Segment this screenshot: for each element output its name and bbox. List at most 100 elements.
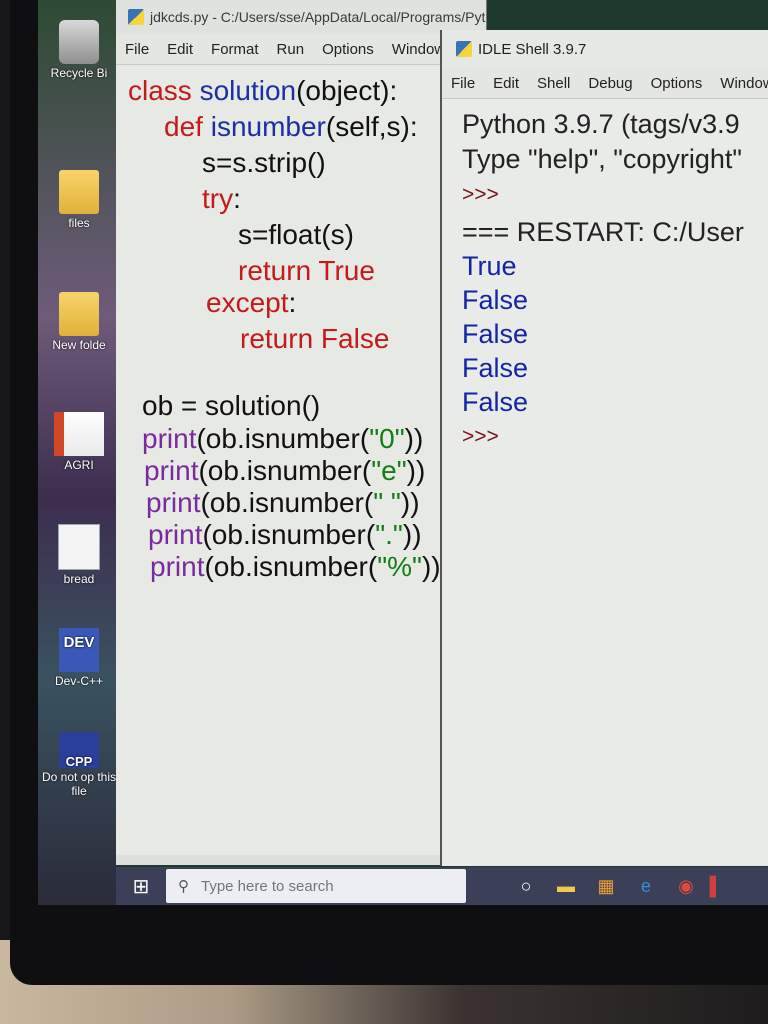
desktop-icon-label: files — [68, 216, 90, 230]
builtin: print — [148, 519, 203, 550]
desktop-icon-files[interactable]: files — [40, 170, 118, 230]
keyword: class — [128, 75, 192, 106]
desktop-icon-new-folder[interactable]: New folde — [40, 292, 118, 352]
code-line: print(ob.isnumber("%")) — [150, 551, 441, 583]
code-text: : — [288, 287, 297, 318]
code-text: (ob.isnumber( — [200, 487, 374, 518]
shell-menu-edit[interactable]: Edit — [484, 75, 528, 92]
start-button[interactable]: ⊞ — [116, 867, 166, 905]
monitor-bezel: Recycle Bi files New folde AGRI bread DE… — [10, 0, 768, 985]
editor-window: jdkcds.py - C:/Users/sse/AppData/Local/P… — [116, 0, 487, 865]
shell-line: Python 3.9.7 (tags/v3.9 — [462, 109, 740, 139]
shell-prompt: >>> — [462, 183, 499, 206]
menu-edit[interactable]: Edit — [158, 41, 202, 58]
code-line: ob = solution() — [142, 390, 321, 421]
desktop-icon-recycle-bin[interactable]: Recycle Bi — [40, 20, 118, 80]
editor-title: jdkcds.py - C:/Users/sse/AppData/Local/P… — [150, 9, 486, 25]
code-line: print(ob.isnumber("e")) — [144, 455, 425, 487]
shell-line: False — [462, 319, 529, 349]
desktop-icon-label: bread — [63, 572, 95, 586]
desktop-icon-label: Recycle Bi — [50, 66, 108, 80]
code-text: (ob.isnumber( — [198, 455, 372, 486]
code-text: (ob.isnumber( — [204, 551, 378, 582]
code-line: s=s.strip() — [202, 147, 326, 178]
shell-title: IDLE Shell 3.9.7 — [478, 40, 587, 58]
code-text: (ob.isnumber( — [202, 519, 376, 550]
shell-menu-options[interactable]: Options — [642, 75, 712, 92]
shell-line: Type "help", "copyright" — [462, 144, 742, 174]
code-text: )) — [404, 423, 424, 454]
code-text: (object): — [296, 75, 398, 106]
desktop-icon-cpp-file[interactable]: CPP Do not op this file — [40, 732, 118, 798]
editor-menubar: File Edit Format Run Options Window H — [116, 34, 486, 65]
code-line: print(ob.isnumber(" ")) — [146, 487, 420, 519]
store-icon[interactable]: ▦ — [586, 867, 626, 905]
desktop-icon-label: Dev-C++ — [54, 674, 104, 688]
code-area[interactable]: class solution(object): def isnumber(sel… — [116, 65, 486, 855]
shell-output[interactable]: Python 3.9.7 (tags/v3.9 Type "help", "co… — [442, 99, 768, 859]
code-line: def isnumber(self,s): — [164, 111, 418, 143]
search-icon: ⚲ — [178, 878, 189, 895]
task-view-icon[interactable]: ○ — [506, 867, 546, 905]
python-logo-icon — [456, 41, 472, 57]
chrome-icon[interactable]: ◉ — [666, 867, 706, 905]
code-line: return False — [240, 323, 390, 354]
windows-logo-icon: ⊞ — [132, 875, 150, 898]
code-text: )) — [402, 519, 422, 550]
shell-menu-shell[interactable]: Shell — [528, 75, 579, 92]
shell-line: === RESTART: C:/User — [462, 217, 744, 247]
class-name: solution — [191, 75, 297, 106]
shell-menubar: File Edit Shell Debug Options Window — [442, 68, 768, 99]
keyword: try — [202, 183, 234, 214]
builtin: print — [150, 551, 205, 582]
string-literal: "%" — [377, 551, 422, 582]
idle-shell-window: IDLE Shell 3.9.7 File Edit Shell Debug O… — [440, 30, 768, 866]
shell-menu-window[interactable]: Window — [711, 75, 768, 92]
shell-menu-debug[interactable]: Debug — [579, 75, 641, 92]
code-text: : — [233, 183, 241, 214]
menu-run[interactable]: Run — [268, 41, 314, 58]
code-line: return True — [238, 255, 375, 286]
desktop-icon-bread[interactable]: bread — [40, 524, 118, 586]
recycle-bin-icon — [59, 20, 99, 64]
keyword: def — [164, 111, 203, 142]
menu-file[interactable]: File — [116, 41, 158, 58]
desktop-wallpaper: Recycle Bi files New folde AGRI bread DE… — [38, 0, 118, 905]
code-line: print(ob.isnumber(".")) — [148, 519, 422, 551]
edge-icon[interactable]: e — [626, 867, 666, 905]
text-file-icon — [58, 524, 100, 570]
menu-format[interactable]: Format — [202, 41, 268, 58]
code-line: s=float(s) — [238, 219, 354, 250]
desktop-icon-label: New folde — [52, 338, 106, 352]
code-line: try: — [202, 183, 241, 215]
string-literal: "0" — [369, 423, 405, 454]
folder-icon — [59, 170, 99, 214]
desktop-icon-dev-cpp[interactable]: DEV Dev-C++ — [40, 628, 118, 688]
taskbar-app-icon[interactable]: ▌ — [706, 867, 726, 905]
shell-line: False — [462, 353, 529, 383]
taskbar: ⊞ ⚲ ○ ▬ ▦ e ◉ ▌ — [116, 867, 768, 905]
code-text: )) — [421, 551, 441, 582]
shell-line: False — [462, 387, 529, 417]
string-literal: "e" — [371, 455, 407, 486]
editor-titlebar[interactable]: jdkcds.py - C:/Users/sse/AppData/Local/P… — [116, 0, 486, 34]
desktop-icon-label: AGRI — [64, 458, 94, 472]
folder-icon — [59, 292, 99, 336]
string-literal: " " — [373, 487, 401, 518]
code-text: )) — [406, 455, 426, 486]
desktop-icon-agri[interactable]: AGRI — [40, 412, 118, 472]
menu-options[interactable]: Options — [313, 41, 383, 58]
shell-menu-file[interactable]: File — [442, 75, 484, 92]
keyword: except — [206, 287, 289, 318]
cpp-file-icon: CPP — [59, 732, 99, 769]
shell-line: False — [462, 285, 529, 315]
string-literal: "." — [375, 519, 403, 550]
shell-titlebar[interactable]: IDLE Shell 3.9.7 — [442, 30, 768, 68]
code-line: print(ob.isnumber("0")) — [142, 423, 423, 455]
powerpoint-file-icon — [54, 412, 104, 456]
screen: Recycle Bi files New folde AGRI bread DE… — [38, 0, 768, 905]
file-explorer-icon[interactable]: ▬ — [546, 867, 586, 905]
search-input[interactable] — [199, 876, 433, 896]
dev-cpp-icon: DEV — [59, 628, 99, 672]
taskbar-search[interactable]: ⚲ — [166, 869, 466, 903]
